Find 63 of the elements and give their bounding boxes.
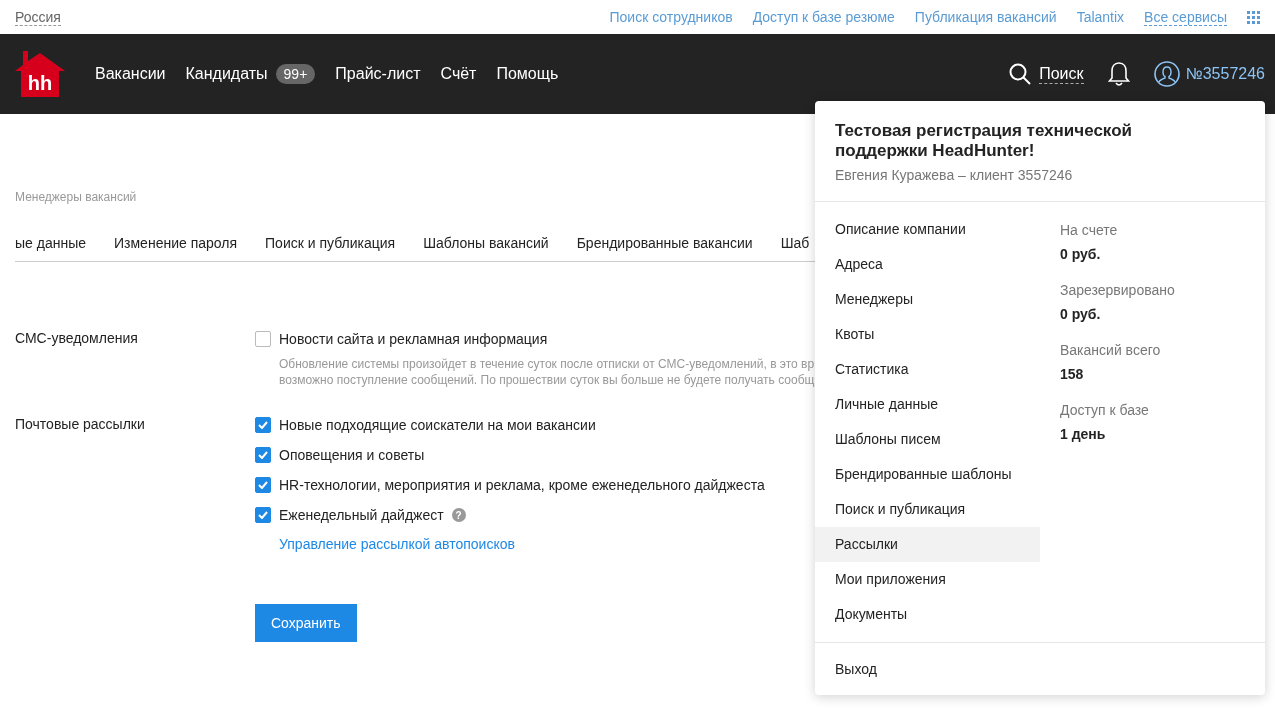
- menu-item[interactable]: Статистика: [815, 352, 1040, 387]
- option-label: Еженедельный дайджест: [279, 507, 444, 523]
- search-link[interactable]: Поиск: [1009, 63, 1084, 85]
- nav-link[interactable]: Счёт: [440, 65, 477, 83]
- save-button[interactable]: Сохранить: [255, 604, 357, 642]
- checkbox[interactable]: [255, 447, 271, 463]
- checkbox[interactable]: [255, 477, 271, 493]
- menu-item[interactable]: Личные данные: [815, 387, 1040, 422]
- menu-item[interactable]: Мои приложения: [815, 562, 1040, 597]
- menu-item[interactable]: Адреса: [815, 247, 1040, 282]
- account-link[interactable]: №3557246: [1153, 61, 1265, 87]
- option-label: Новые подходящие соискатели на мои вакансии: [279, 417, 596, 433]
- settings-tab[interactable]: ые данные: [15, 230, 86, 261]
- nav-link[interactable]: Кандидаты 99+: [185, 64, 316, 84]
- settings-tab[interactable]: Брендированные вакансии: [576, 230, 753, 261]
- settings-tab[interactable]: Шаблоны вакансий: [423, 230, 549, 261]
- settings-tab[interactable]: Поиск и публикация: [265, 230, 396, 261]
- checkbox[interactable]: [255, 331, 271, 347]
- logo[interactable]: hh: [15, 51, 65, 97]
- grid-icon[interactable]: [1247, 10, 1260, 24]
- stat-label: Доступ к базе: [1060, 402, 1150, 418]
- stat-label: Зарезервировано: [1060, 282, 1176, 298]
- check-icon: [258, 421, 268, 429]
- settings-tab[interactable]: Изменение пароля: [114, 230, 238, 261]
- check-icon: [258, 481, 268, 489]
- stat-value: 0 руб.: [1060, 246, 1102, 262]
- checkbox[interactable]: [255, 417, 271, 433]
- menu-item[interactable]: Рассылки: [815, 527, 1040, 562]
- checkbox[interactable]: [255, 507, 271, 523]
- menu-item[interactable]: Брендированные шаблоны: [815, 457, 1040, 492]
- autosearch-link[interactable]: Управление рассылкой автопоисков: [279, 536, 815, 552]
- bell-icon[interactable]: [1107, 61, 1130, 87]
- client-info: Евгения Куражева – клиент 3557246: [835, 167, 1074, 183]
- menu-item[interactable]: Менеджеры: [815, 282, 1040, 317]
- logout-link[interactable]: Выход: [815, 643, 1265, 695]
- check-icon: [258, 451, 268, 459]
- nav-link[interactable]: Вакансии: [95, 65, 166, 83]
- menu-item[interactable]: Шаблоны писем: [815, 422, 1040, 457]
- stat-value: 0 руб.: [1060, 306, 1102, 322]
- menu-item[interactable]: Описание компании: [815, 212, 1040, 247]
- stat-value: 158: [1060, 366, 1085, 382]
- search-icon: [1009, 63, 1032, 85]
- region-link[interactable]: Россия: [15, 8, 61, 26]
- company-title: Тестовая регистрация технической поддержки HeadHunter!: [835, 121, 1133, 161]
- breadcrumb: Менеджеры вакансий: [15, 190, 138, 204]
- menu-item[interactable]: Документы: [815, 597, 1040, 632]
- check-icon: [258, 511, 268, 519]
- option-label: HR-технологии, мероприятия и реклама, кроме еженедельного дайджеста: [279, 477, 765, 493]
- stat-value: 1 день: [1060, 426, 1107, 442]
- section-label: СМС-уведомления: [15, 330, 139, 348]
- nav-link[interactable]: Прайс-лист: [335, 65, 421, 83]
- count-badge: 99+: [275, 64, 316, 84]
- menu-item[interactable]: Квоты: [815, 317, 1040, 352]
- stat-label: Вакансий всего: [1060, 342, 1162, 358]
- option-label: Новости сайта и рекламная информация: [279, 331, 548, 347]
- nav-link[interactable]: Помощь: [496, 65, 559, 83]
- hint-text: Обновление системы произойдет в течение суток после отписки от СМС-уведомлений, в это вр возможно поступление сообщений. По прошествии суток вы больше не будете получать сообщ: [279, 356, 815, 388]
- menu-item[interactable]: Поиск и публикация: [815, 492, 1040, 527]
- option-label: Оповещения и советы: [279, 447, 425, 463]
- stat-label: На счете: [1060, 222, 1119, 238]
- section-label: Почтовые рассылки: [15, 416, 146, 434]
- settings-tab[interactable]: Шаб: [780, 230, 810, 261]
- user-icon: [1153, 61, 1180, 87]
